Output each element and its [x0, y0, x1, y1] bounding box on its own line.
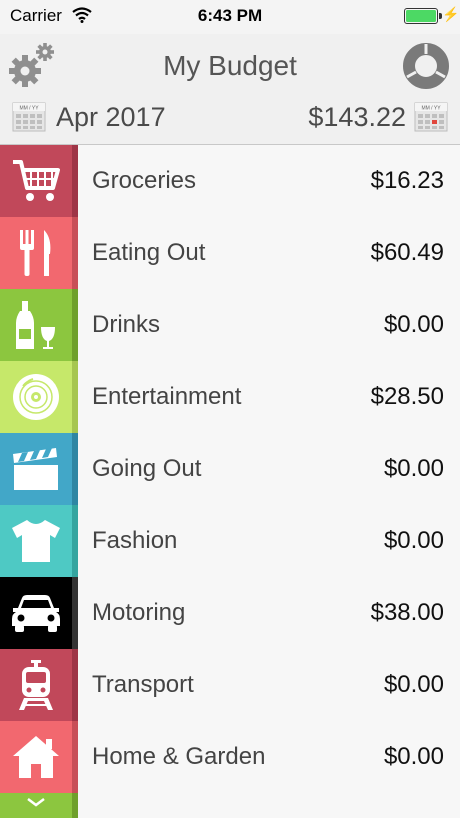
- calendar-icon[interactable]: MM / YY: [12, 102, 46, 132]
- disc-icon[interactable]: [0, 361, 72, 433]
- clock: 6:43 PM: [197, 6, 263, 25]
- fork-knife-icon[interactable]: [0, 217, 72, 289]
- category-amount: $0.00: [383, 743, 444, 770]
- category-row[interactable]: Home & Garden $0.00: [0, 721, 460, 793]
- shopping-cart-icon[interactable]: [0, 145, 72, 217]
- category-name: Eating Out: [92, 239, 206, 266]
- category-name: Groceries: [92, 167, 197, 194]
- category-stripe: [72, 145, 78, 217]
- category-stripe: [72, 217, 78, 289]
- tshirt-icon[interactable]: [0, 505, 72, 577]
- category-amount: $0.00: [383, 455, 444, 482]
- category-name: Drinks: [92, 311, 161, 338]
- category-stripe: [72, 721, 78, 793]
- category-name: Fashion: [92, 527, 178, 554]
- more-categories[interactable]: [0, 793, 78, 818]
- category-name: Home & Garden: [92, 743, 266, 770]
- category-stripe: [72, 433, 78, 505]
- category-amount: $60.49: [370, 239, 444, 266]
- category-name: Transport: [92, 671, 194, 698]
- category-row[interactable]: Groceries $16.23: [0, 145, 460, 217]
- category-amount: $0.00: [383, 671, 444, 698]
- category-amount: $0.00: [383, 311, 444, 338]
- calendar-icon[interactable]: MM / YY: [414, 102, 448, 132]
- calendar-label: MM / YY: [421, 106, 441, 112]
- status-bar: Carrier 6:43 PM ⚡: [0, 0, 460, 34]
- category-list: Groceries $16.23 Eating Out $60.49 Drinks $0.…: [0, 145, 460, 793]
- category-stripe: [72, 793, 78, 818]
- category-row[interactable]: Fashion $0.00: [0, 505, 460, 577]
- category-name: Entertainment: [92, 383, 242, 410]
- category-stripe: [72, 289, 78, 361]
- category-amount: $38.00: [370, 599, 444, 626]
- car-icon[interactable]: [0, 577, 72, 649]
- charging-icon: ⚡: [442, 6, 460, 22]
- category-row[interactable]: Going Out $0.00: [0, 433, 460, 505]
- category-row[interactable]: Drinks $0.00: [0, 289, 460, 361]
- train-icon[interactable]: [0, 649, 72, 721]
- month-selector[interactable]: Apr 2017: [56, 102, 166, 133]
- budget-total: $143.22: [308, 102, 406, 132]
- category-stripe: [72, 577, 78, 649]
- category-name: Motoring: [92, 599, 186, 626]
- category-row[interactable]: Transport $0.00: [0, 649, 460, 721]
- category-amount: $0.00: [383, 527, 444, 554]
- calendar-label: MM / YY: [19, 106, 39, 112]
- category-row[interactable]: Eating Out $60.49: [0, 217, 460, 289]
- category-stripe: [72, 505, 78, 577]
- battery-icon: [404, 8, 442, 24]
- category-name: Going Out: [92, 455, 202, 482]
- clapperboard-icon[interactable]: [0, 433, 72, 505]
- category-amount: $16.23: [370, 167, 444, 194]
- house-icon[interactable]: [0, 721, 72, 793]
- category-row[interactable]: Motoring $38.00: [0, 577, 460, 649]
- category-stripe: [72, 361, 78, 433]
- donut-chart-icon[interactable]: [402, 42, 450, 90]
- category-row[interactable]: Entertainment $28.50: [0, 361, 460, 433]
- app-header: My Budget MM / YY Apr 2017 $143.22 MM / …: [0, 34, 460, 145]
- category-amount: $28.50: [370, 383, 444, 410]
- page-title: My Budget: [163, 50, 297, 81]
- bottle-glass-icon[interactable]: [0, 289, 72, 361]
- category-stripe: [72, 649, 78, 721]
- chevron-down-icon[interactable]: [0, 793, 72, 818]
